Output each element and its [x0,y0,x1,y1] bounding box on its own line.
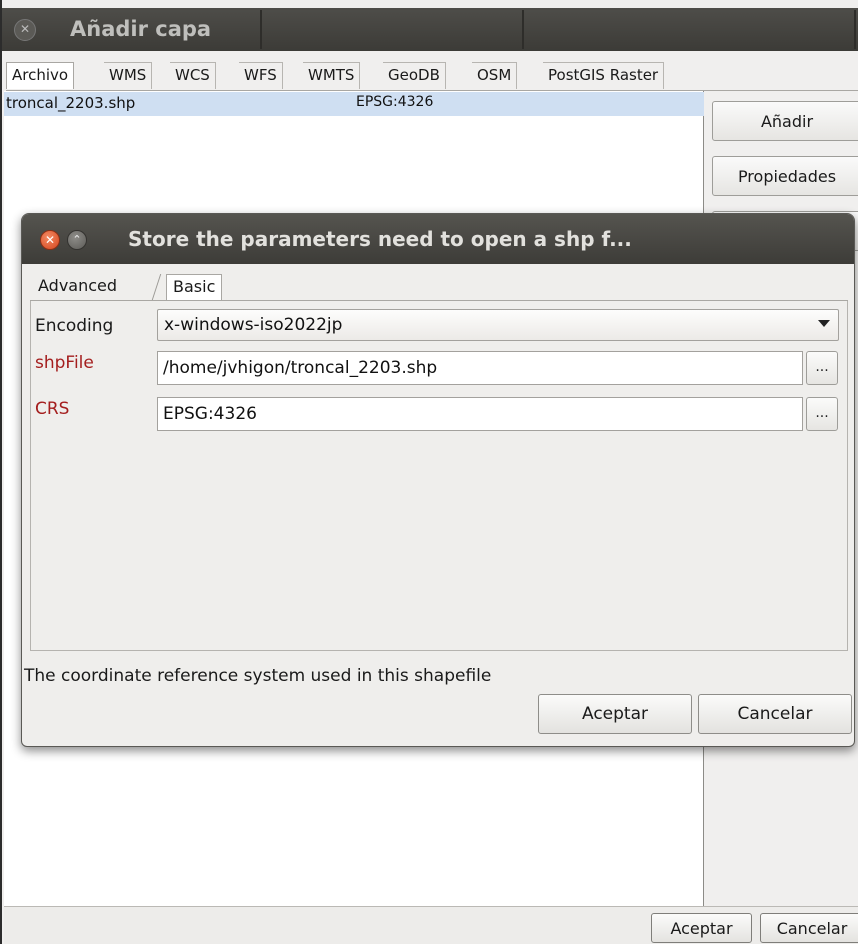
dialog-tabs: Advanced Basic [32,272,852,300]
encoding-select[interactable]: x-windows-iso2022jp [157,309,839,341]
field-help-text: The coordinate reference system used in … [24,666,492,686]
tab-advanced[interactable]: Advanced [32,274,123,300]
list-item[interactable]: troncal_2203.shp EPSG:4326 [4,92,704,116]
file-crs: EPSG:4326 [356,94,434,110]
file-name: troncal_2203.shp [6,94,136,112]
tab-wmts[interactable]: WMTS [303,62,361,89]
chevron-down-icon [818,320,830,327]
tab-wfs[interactable]: WFS [239,62,283,89]
crs-input[interactable]: EPSG:4326 [157,397,803,431]
tab-wcs[interactable]: WCS [170,62,216,89]
properties-button[interactable]: Propiedades [712,156,858,196]
shpfile-browse-button[interactable]: ... [806,351,838,385]
accept-button[interactable]: Aceptar [538,694,692,734]
window-title: Añadir capa [70,17,212,41]
basic-parameters-panel: Encoding x-windows-iso2022jp shpFile /ho… [30,301,848,651]
accept-button[interactable]: Aceptar [651,913,752,943]
tab-basic[interactable]: Basic [166,274,223,300]
tab-wms[interactable]: WMS [104,62,153,89]
crs-label: CRS [35,399,70,419]
crs-browse-button[interactable]: ... [806,397,838,431]
tab-archivo[interactable]: Archivo [6,62,75,89]
tab-geodb[interactable]: GeoDB [383,62,446,89]
tab-postgis-raster[interactable]: PostGIS Raster [543,62,665,89]
shpfile-input[interactable]: /home/jvhigon/troncal_2203.shp [157,351,803,385]
add-button[interactable]: Añadir [712,101,858,141]
window-titlebar: ✕ Añadir capa [2,8,858,51]
cancel-button[interactable]: Cancelar [760,913,858,943]
shp-parameters-dialog: ✕ ⌃ Store the parameters need to open a … [21,213,855,747]
close-icon[interactable]: ✕ [40,230,60,250]
dialog-title: Store the parameters need to open a shp … [128,227,632,251]
maximize-icon[interactable]: ⌃ [67,230,87,250]
tab-osm[interactable]: OSM [472,62,518,89]
close-icon[interactable]: ✕ [14,19,36,41]
titlebar-divider [522,10,524,49]
titlebar-divider [260,10,262,49]
encoding-value: x-windows-iso2022jp [164,315,343,335]
cancel-button[interactable]: Cancelar [698,694,852,734]
shpfile-label: shpFile [35,353,94,373]
titlebar-divider [854,10,856,49]
encoding-label: Encoding [35,316,114,336]
dialog-titlebar: ✕ ⌃ Store the parameters need to open a … [22,214,854,264]
layer-source-tabs: Archivo WMS WCS WFS WMTS GeoDB OSM PostG… [6,58,858,90]
